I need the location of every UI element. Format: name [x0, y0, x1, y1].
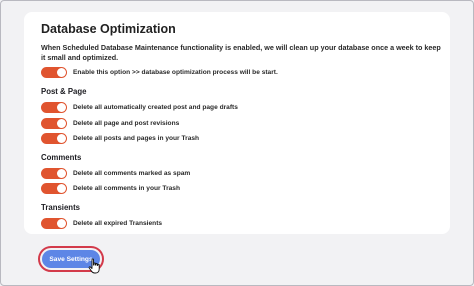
toggle-label: Delete all automatically created post an…: [73, 103, 238, 111]
toggle-knob-icon: [57, 183, 66, 193]
toggle-row: Delete all expired Transients: [41, 217, 162, 229]
toggle-row: Delete all comments marked as spam: [41, 167, 190, 179]
page-title: Database Optimization: [41, 22, 176, 36]
main-toggle-label: Enable this option >> database optimizat…: [73, 68, 278, 76]
section-title-post-page: Post & Page: [41, 87, 87, 96]
toggle-label: Delete all page and post revisions: [73, 119, 180, 127]
toggle-label: Delete all posts and pages in your Trash: [73, 134, 200, 142]
toggle-row: Delete all posts and pages in your Trash: [41, 132, 199, 144]
main-toggle[interactable]: [41, 66, 67, 78]
toggle-label: Delete all expired Transients: [73, 219, 163, 227]
toggle-knob-icon: [57, 118, 66, 128]
section-title-transients: Transients: [41, 203, 80, 212]
toggle-spam-comments[interactable]: [41, 167, 67, 179]
toggle-expired-transients[interactable]: [41, 217, 67, 229]
main-toggle-row: Enable this option >> database optimizat…: [41, 66, 278, 78]
toggle-knob-icon: [57, 133, 66, 143]
toggle-knob-icon: [57, 67, 66, 77]
toggle-auto-drafts[interactable]: [41, 101, 67, 113]
description-text: When Scheduled Database Maintenance func…: [41, 43, 441, 62]
section-title-comments: Comments: [41, 153, 82, 162]
toggle-knob-icon: [57, 168, 66, 178]
hand-pointer-icon: [88, 258, 100, 274]
toggle-label: Delete all comments marked as spam: [73, 169, 191, 177]
toggle-row: Delete all comments in your Trash: [41, 182, 180, 194]
toggle-trash-comments[interactable]: [41, 182, 67, 194]
settings-card: Database Optimization When Scheduled Dat…: [24, 12, 450, 234]
toggle-row: Delete all automatically created post an…: [41, 101, 238, 113]
toggle-row: Delete all page and post revisions: [41, 117, 179, 129]
toggle-knob-icon: [57, 218, 66, 228]
toggle-knob-icon: [57, 102, 66, 112]
toggle-revisions[interactable]: [41, 117, 67, 129]
toggle-label: Delete all comments in your Trash: [73, 184, 180, 192]
toggle-trash-posts[interactable]: [41, 132, 67, 144]
